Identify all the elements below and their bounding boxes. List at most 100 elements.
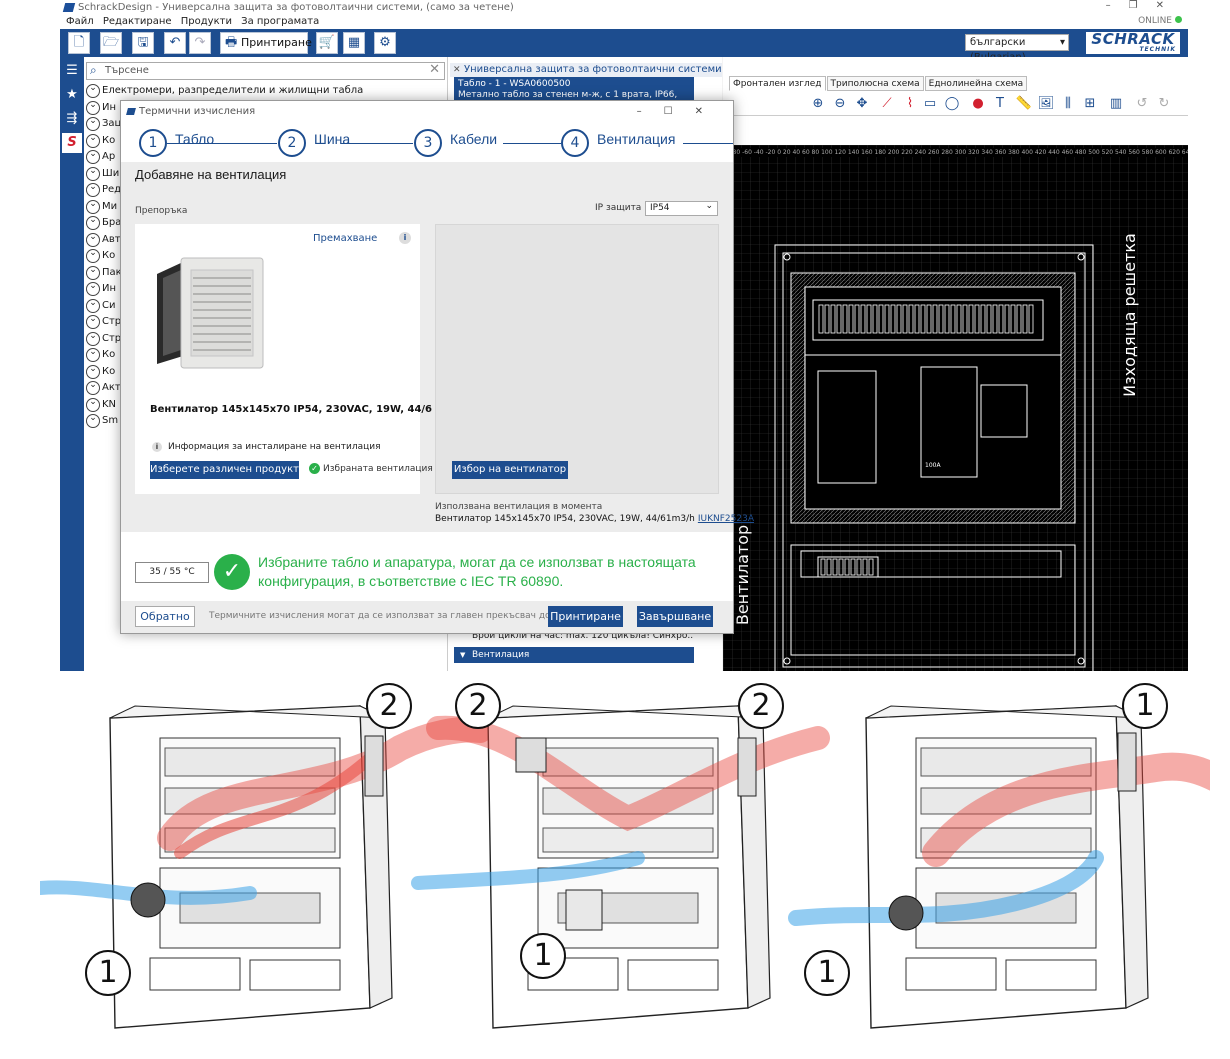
window-controls[interactable]: –❐✕ [1106,0,1182,11]
left-rail: ☰ ★ ⇶ S [60,57,84,671]
category-item[interactable]: Ред [86,182,121,198]
layout-icon[interactable]: ▦ [343,32,365,54]
category-item[interactable]: Ин [86,281,116,297]
online-status: ONLINE [1138,16,1182,26]
pick-fan-button[interactable]: Избор на вентилатор [452,461,568,479]
dialog-maximize-button[interactable]: ☐ [664,106,695,117]
new-file-icon[interactable]: 🗋 [68,32,90,54]
board-header[interactable]: Табло - 1 - WSA0600500 Метално табло за … [454,77,694,111]
search-input[interactable]: ⌕ Търсене ✕ [86,62,445,80]
category-item[interactable]: Ин [86,100,116,116]
category-item[interactable]: Електромери, разпределители и жилищни та… [86,83,363,99]
text-tool-icon[interactable]: T [991,95,1009,113]
category-item[interactable]: Стр [86,314,121,330]
schrack-s-icon[interactable]: S [62,133,82,153]
clear-search-icon[interactable]: ✕ [429,62,440,78]
category-item[interactable]: Акт [86,380,121,396]
ruler-tool-icon[interactable]: 📏 [1015,95,1033,113]
project-tab[interactable]: Универсална защита за фотоволтаични сист… [450,63,722,77]
ip-protection-select[interactable]: IP54 [645,200,718,216]
grid-tool-icon[interactable]: ▥ [1107,95,1125,113]
category-item[interactable]: Ко [86,133,115,149]
category-item[interactable]: Стр [86,331,121,347]
rotate-right-icon[interactable]: ↻ [1155,95,1173,113]
category-item[interactable]: KN [86,397,116,413]
polyline-tool-icon[interactable]: ⌇ [901,95,919,113]
zoom-out-icon[interactable]: ⊖ [831,95,849,113]
category-item[interactable]: Си [86,298,115,314]
cart-icon[interactable]: 🛒 [316,32,338,54]
minimize-button[interactable]: – [1106,0,1129,11]
point-tool-icon[interactable]: ● [969,95,987,113]
category-item[interactable]: Sm [86,413,118,429]
info-icon[interactable]: i [399,232,411,244]
dialog-window-controls[interactable]: –☐✕ [637,101,725,123]
cabinet-airflow-diagrams [33,705,1230,1029]
menu-edit[interactable]: Редактиране [103,16,172,27]
close-button[interactable]: ✕ [1156,0,1182,11]
menu-file[interactable]: Файл [66,16,94,27]
circle-tool-icon[interactable]: ◯ [943,95,961,113]
footer-note: Термичните изчисления могат да се използ… [209,611,583,621]
back-button[interactable]: Обратно [135,606,195,627]
select-different-product-button[interactable]: Изберете различен продукт [150,461,299,479]
category-item[interactable]: Ко [86,248,115,264]
temperature-field[interactable]: 35 / 55 °C [135,562,209,583]
category-item[interactable]: Бра [86,215,121,231]
rectangle-tool-icon[interactable]: ▭ [921,95,939,113]
finish-button[interactable]: Завършване [637,606,713,627]
ip-protection-label: IP защита [595,203,642,213]
tab-single-line-schema[interactable]: Еднолинейна схема [924,76,1028,91]
open-folder-icon[interactable]: 🗁 [100,32,122,54]
save-icon[interactable]: 🖫 [132,32,154,54]
category-item[interactable]: Ар [86,149,115,165]
category-item[interactable]: Ми [86,199,117,215]
step-ventilation[interactable]: 4 Вентилация [561,128,691,158]
dimension-tool-icon[interactable]: ⫼ [1059,95,1077,113]
language-select[interactable]: български (Bulgarian) [965,34,1069,63]
category-item[interactable]: Ко [86,347,115,363]
category-item[interactable]: Ши [86,166,119,182]
catalog-list-icon[interactable]: ☰ [62,61,82,81]
maximize-button[interactable]: ❐ [1129,0,1156,11]
category-item[interactable]: Зац [86,116,121,132]
drawing-canvas[interactable]: 100A Изходяща решетка Вентилатор [723,145,1188,671]
current-ventilation-label: Използвана вентилация в момента [435,502,603,512]
dialog-minimize-button[interactable]: – [637,106,664,117]
rotate-left-icon[interactable]: ↺ [1133,95,1151,113]
drawing-toolbar: ⊕ ⊖ ✥ ⟋ ⌇ ▭ ◯ ● T 📏 🖼 ⫼ ⊞ ▥ ↺ ↻ [723,92,1188,116]
line-tool-icon[interactable]: ⟋ [878,95,896,113]
dialog-title-bar: Термични изчисления –☐✕ [121,101,733,123]
image-tool-icon[interactable]: 🖼 [1037,95,1055,113]
menu-products[interactable]: Продукти [181,16,232,27]
category-item[interactable]: Пак [86,265,122,281]
product-code-link[interactable]: IUKNF2523A [698,514,754,524]
app-logo-icon [62,3,76,12]
redo-icon[interactable]: ↷ [189,32,211,54]
category-item[interactable]: Ко [86,364,115,380]
tab-three-pole-schema[interactable]: Триполюсна схема [826,76,924,91]
undo-icon[interactable]: ↶ [164,32,186,54]
dialog-footer: Обратно Термичните изчисления могат да с… [121,601,733,633]
import-list-icon[interactable]: ⇶ [62,109,82,129]
menu-about[interactable]: За програмата [241,16,319,27]
fan-selection-card: Избор на вентилатор [435,224,719,494]
step-busbar[interactable]: 2 Шина [278,128,378,158]
ventilation-section[interactable]: Вентилация [454,647,694,663]
settings-gear-icon[interactable]: ⚙ [374,32,396,54]
zoom-in-icon[interactable]: ⊕ [809,95,827,113]
dialog-print-button[interactable]: Принтиране [548,606,623,627]
inlet-marker: 1 [520,933,566,979]
remove-link[interactable]: Премахване [313,233,377,244]
tab-front-view[interactable]: Фронтален изглед [729,76,826,91]
step-board[interactable]: 1 Табло [139,128,249,158]
move-icon[interactable]: ✥ [853,95,871,113]
dialog-close-button[interactable]: ✕ [695,106,725,117]
category-item[interactable]: Авт [86,232,121,248]
install-info-link[interactable]: Информация за инсталиране на вентилация [150,442,381,452]
favorites-star-icon[interactable]: ★ [62,85,82,105]
cabinet-front-drawing: 100A Изходяща решетка Вентилатор [723,145,1188,671]
print-button[interactable]: Принтиране [220,32,312,54]
step-cables[interactable]: 3 Кабели [414,128,514,158]
add-element-icon[interactable]: ⊞ [1081,95,1099,113]
